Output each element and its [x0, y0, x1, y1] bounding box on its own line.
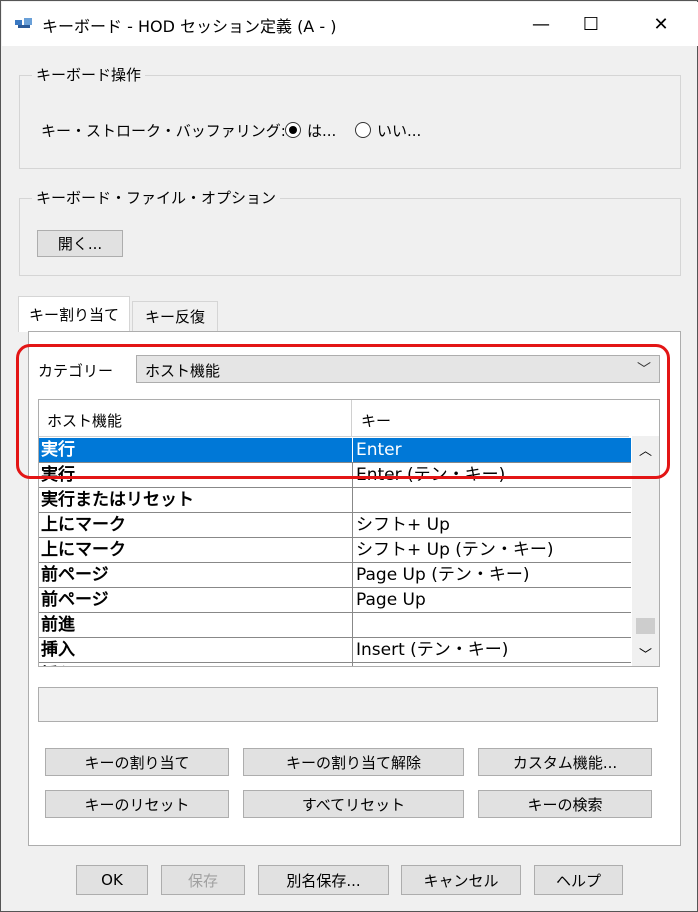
- cell-key: [352, 613, 629, 637]
- scroll-thumb[interactable]: [636, 618, 655, 634]
- maximize-button[interactable]: ☐: [568, 2, 614, 46]
- cell-function: 挿入: [41, 640, 75, 660]
- app-keyboard-icon: [15, 18, 32, 28]
- reset-key-button[interactable]: キーのリセット: [45, 790, 229, 818]
- table-row[interactable]: 前ページ Page Up: [39, 588, 631, 613]
- chevron-down-icon: ﹀: [637, 362, 651, 378]
- key-mapping-table: ホスト機能 キー 実行 Enter 実行 Enter (テン・キー) 実行または…: [38, 399, 660, 667]
- cell-key: Insert (テン・キー): [352, 638, 629, 662]
- column-divider[interactable]: [351, 400, 352, 436]
- table-header: ホスト機能 キー: [39, 400, 629, 437]
- window-title: キーボード - HOD セッション定義 (A - ): [42, 17, 337, 36]
- minimize-button[interactable]: —: [518, 2, 564, 46]
- save-as-button[interactable]: 別名保存...: [258, 865, 389, 895]
- search-key-button[interactable]: キーの検索: [478, 790, 652, 818]
- tab-key-assignment[interactable]: キー割り当て: [18, 296, 130, 332]
- table-row[interactable]: 挿入 Insert (テン・キー): [39, 638, 631, 663]
- buffering-no-radio[interactable]: [355, 122, 371, 138]
- file-options-legend: キーボード・ファイル・オプション: [32, 187, 281, 208]
- cell-key: シフト+ Up: [352, 513, 629, 537]
- dialog-window: キーボード - HOD セッション定義 (A - ) — ☐ ✕ キーボード操作…: [0, 0, 698, 912]
- keyboard-ops-legend: キーボード操作: [32, 64, 146, 85]
- cell-function: 上にマーク: [41, 515, 126, 535]
- table-scrollbar[interactable]: ︿ ﹀: [632, 436, 659, 666]
- buffering-yes-label[interactable]: は...: [307, 120, 336, 141]
- title-bar: キーボード - HOD セッション定義 (A - ) — ☐ ✕: [2, 2, 698, 46]
- table-row[interactable]: 実行またはリセット: [39, 488, 631, 513]
- description-field: [38, 687, 658, 722]
- buffering-label: キー・ストローク・バッファリング:: [41, 122, 286, 140]
- close-button[interactable]: ✕: [638, 2, 684, 46]
- cell-function: 実行またはリセット: [41, 490, 194, 510]
- cell-key: [352, 488, 629, 512]
- tab-key-repeat[interactable]: キー反復: [132, 301, 218, 331]
- cell-function: 前ページ: [41, 590, 109, 610]
- custom-function-button[interactable]: カスタム機能...: [478, 748, 652, 776]
- cell-key: シフト+ Up (テン・キー): [352, 538, 629, 562]
- category-label: カテゴリー: [38, 362, 114, 380]
- open-file-button[interactable]: 開く...: [37, 230, 123, 257]
- cell-function: 前進: [41, 615, 75, 635]
- table-row[interactable]: 前ページ Page Up (テン・キー): [39, 563, 631, 588]
- buffering-yes-radio[interactable]: [285, 122, 301, 138]
- cancel-button[interactable]: キャンセル: [401, 865, 521, 895]
- table-row[interactable]: 実行 Enter (テン・キー): [39, 463, 631, 488]
- cell-key: Page Up: [352, 588, 629, 612]
- column-header-key[interactable]: キー: [361, 410, 391, 431]
- category-value: ホスト機能: [145, 362, 221, 380]
- table-row[interactable]: 上にマーク シフト+ Up (テン・キー): [39, 538, 631, 563]
- table-row[interactable]: 前進: [39, 613, 631, 638]
- cell-key: Enter (テン・キー): [352, 463, 629, 487]
- reset-all-button[interactable]: すべてリセット: [243, 790, 464, 818]
- cell-key: Enter: [352, 438, 629, 462]
- ok-button[interactable]: OK: [76, 865, 148, 895]
- assign-key-button[interactable]: キーの割り当て: [45, 748, 229, 776]
- table-row[interactable]: 上にマーク シフト+ Up: [39, 513, 631, 538]
- column-header-function[interactable]: ホスト機能: [47, 410, 122, 431]
- help-button[interactable]: ヘルプ: [534, 865, 623, 895]
- scroll-up-icon[interactable]: ︿: [632, 436, 659, 462]
- table-row[interactable]: 実行 Enter: [39, 438, 631, 463]
- cell-function: 上にマーク: [41, 540, 126, 560]
- buffering-no-label[interactable]: いい...: [377, 120, 421, 141]
- cell-key: Insert: [352, 663, 629, 666]
- cell-function: 実行: [41, 465, 75, 485]
- save-button[interactable]: 保存: [161, 865, 245, 895]
- cell-function: 挿入: [41, 663, 349, 666]
- category-select[interactable]: ホスト機能 ﹀: [136, 355, 660, 383]
- scroll-down-icon[interactable]: ﹀: [632, 640, 659, 666]
- cell-function: 前ページ: [41, 565, 109, 585]
- table-row[interactable]: 挿入 Insert: [39, 663, 631, 666]
- unassign-key-button[interactable]: キーの割り当て解除: [243, 748, 464, 776]
- cell-function: 実行: [41, 440, 75, 460]
- cell-key: Page Up (テン・キー): [352, 563, 629, 587]
